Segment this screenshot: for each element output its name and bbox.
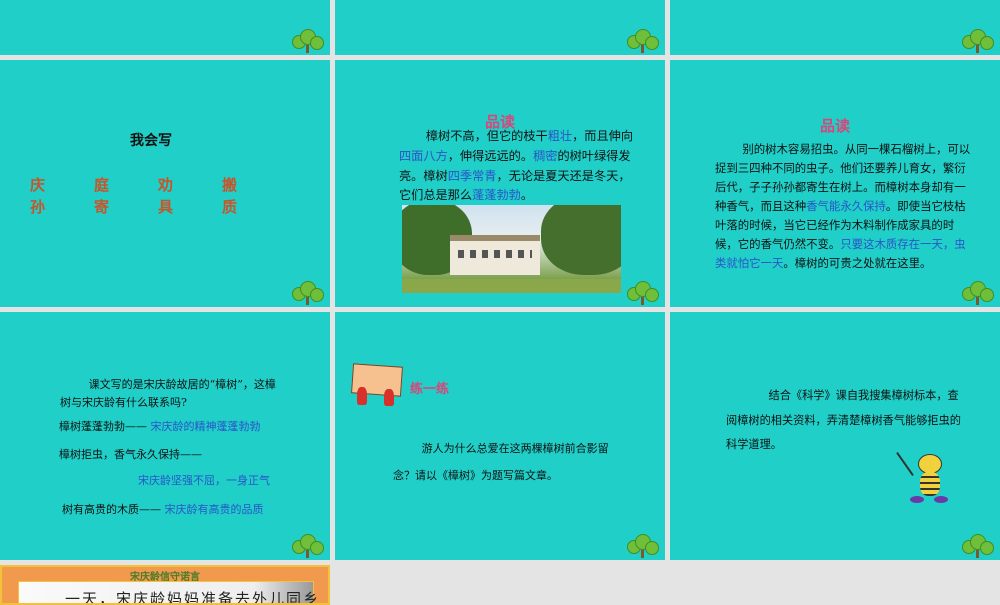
cartoon-bee-icon xyxy=(896,450,955,510)
text: 樟树拒虫，香气永久保持—— xyxy=(59,448,202,461)
slide-paragraph: 别的树木容易招虫。从同一棵石榴树上，可以捉到三四种不同的虫子。他们还要养儿育女，… xyxy=(715,140,975,273)
character: 劝 xyxy=(158,176,174,194)
text: ，而且伸向 xyxy=(572,129,634,143)
relation-line: 樟树拒虫，香气永久保持—— xyxy=(59,446,202,464)
slide-paragraph-box: 一天，宋庆龄妈妈准备去外儿同乡 xyxy=(18,581,321,605)
relation-line: 宋庆龄坚强不屈，一身正气 xyxy=(138,472,270,490)
tree-icon xyxy=(290,532,326,558)
character: 庆 xyxy=(30,176,46,194)
slide-thumbnail-2[interactable] xyxy=(335,0,665,55)
slide-thumbnail-1[interactable] xyxy=(0,0,330,55)
character: 寄 xyxy=(94,198,110,216)
slide-title: 我会写 xyxy=(130,133,172,149)
slide-thumbnail-7[interactable]: 课文写的是宋庆龄故居的“樟树”，这樟树与宋庆龄有什么联系吗? 樟树蓬蓬勃勃—— … xyxy=(0,312,330,560)
relation-line: 樟树蓬蓬勃勃—— 宋庆龄的精神蓬蓬勃勃 xyxy=(59,418,261,436)
text: 。 xyxy=(520,188,534,203)
character: 庭 xyxy=(94,176,110,194)
highlight-text: 宋庆龄有高贵的品质 xyxy=(164,503,264,516)
slide-title: 练一练 xyxy=(410,382,450,397)
character: 具 xyxy=(158,198,174,216)
slide-title: 品读 xyxy=(819,117,850,135)
slide-thumbnail-5[interactable]: 品读 樟树不高，但它的枝干粗壮，而且伸向四面八方，伸得远远的。稠密的树叶绿得发亮… xyxy=(335,60,665,307)
relation-line: 树有高贵的木质—— 宋庆龄有高贵的品质 xyxy=(62,501,264,519)
highlight-text: 稠密 xyxy=(533,148,558,163)
slide-paragraph: 结合《科学》课自我搜集樟树标本，查阅樟树的相关资料，弄清楚樟树香气能够拒虫的科学… xyxy=(726,389,961,452)
text: 樟树不高，但它的枝干 xyxy=(425,129,548,143)
slide-thumbnail-4[interactable]: 我会写 庆 庭 劝 搬 孙 寄 具 质 xyxy=(0,60,330,307)
tree-icon xyxy=(290,279,326,305)
tree-icon xyxy=(625,27,661,53)
text: 树有高贵的木质—— xyxy=(62,503,161,516)
highlight-text: 粗壮 xyxy=(547,129,573,143)
text: 。樟树的可贵之处就在这里。 xyxy=(783,256,932,271)
character: 搬 xyxy=(222,176,238,194)
text: 樟树蓬蓬勃勃—— xyxy=(59,420,147,433)
slide-thumbnail-8[interactable]: 练一练 游人为什么总爱在这两棵樟树前合影留念？请以《樟树》为题写篇文章。 xyxy=(335,312,665,560)
highlight-text: 香气能永久保持 xyxy=(806,199,886,214)
slide-thumbnail-6[interactable]: 品读 别的树木容易招虫。从同一棵石榴树上，可以捉到三四种不同的虫子。他们还要养儿… xyxy=(670,60,1000,307)
slide-paragraph: 游人为什么总爱在这两棵樟树前合影留念？请以《樟树》为题写篇文章。 xyxy=(393,442,609,482)
slide-paragraph: 樟树不高，但它的枝干粗壮，而且伸向四面八方，伸得远远的。稠密的树叶绿得发亮。樟树… xyxy=(399,127,634,206)
tree-icon xyxy=(625,279,661,305)
slide-thumbnail-9[interactable]: 结合《科学》课自我搜集樟树标本，查阅樟树的相关资料，弄清楚樟树香气能够拒虫的科学… xyxy=(670,312,1000,560)
cartoon-sign-icon xyxy=(351,363,404,407)
text: ，伸得远远的。 xyxy=(447,148,534,163)
character: 质 xyxy=(222,198,238,216)
highlight-text: 蓬蓬勃勃 xyxy=(472,188,521,203)
character: 孙 xyxy=(30,198,46,216)
highlight-text: 宋庆龄的精神蓬蓬勃勃 xyxy=(150,420,261,433)
tree-icon xyxy=(625,532,661,558)
highlight-text: 宋庆龄坚强不屈，一身正气 xyxy=(138,474,270,487)
house-photo xyxy=(402,205,621,293)
character-row: 庆庭劝搬 xyxy=(30,174,286,195)
slide-thumbnail-3[interactable] xyxy=(670,0,1000,55)
tree-icon xyxy=(960,279,996,305)
highlight-text: 四季常青 xyxy=(447,168,497,183)
highlight-text: 四面八方 xyxy=(399,148,448,163)
tree-icon xyxy=(290,27,326,53)
tree-icon xyxy=(960,27,996,53)
tree-icon xyxy=(960,532,996,558)
character-row: 孙寄具质 xyxy=(30,196,286,217)
slide-thumbnail-10[interactable]: 宋庆龄信守诺言 一天，宋庆龄妈妈准备去外儿同乡 xyxy=(0,565,330,605)
question-text: 课文写的是宋庆龄故居的“樟树”，这樟树与宋庆龄有什么联系吗? xyxy=(60,378,276,409)
slide-paragraph: 一天，宋庆龄妈妈准备去外儿同乡 xyxy=(65,590,321,605)
